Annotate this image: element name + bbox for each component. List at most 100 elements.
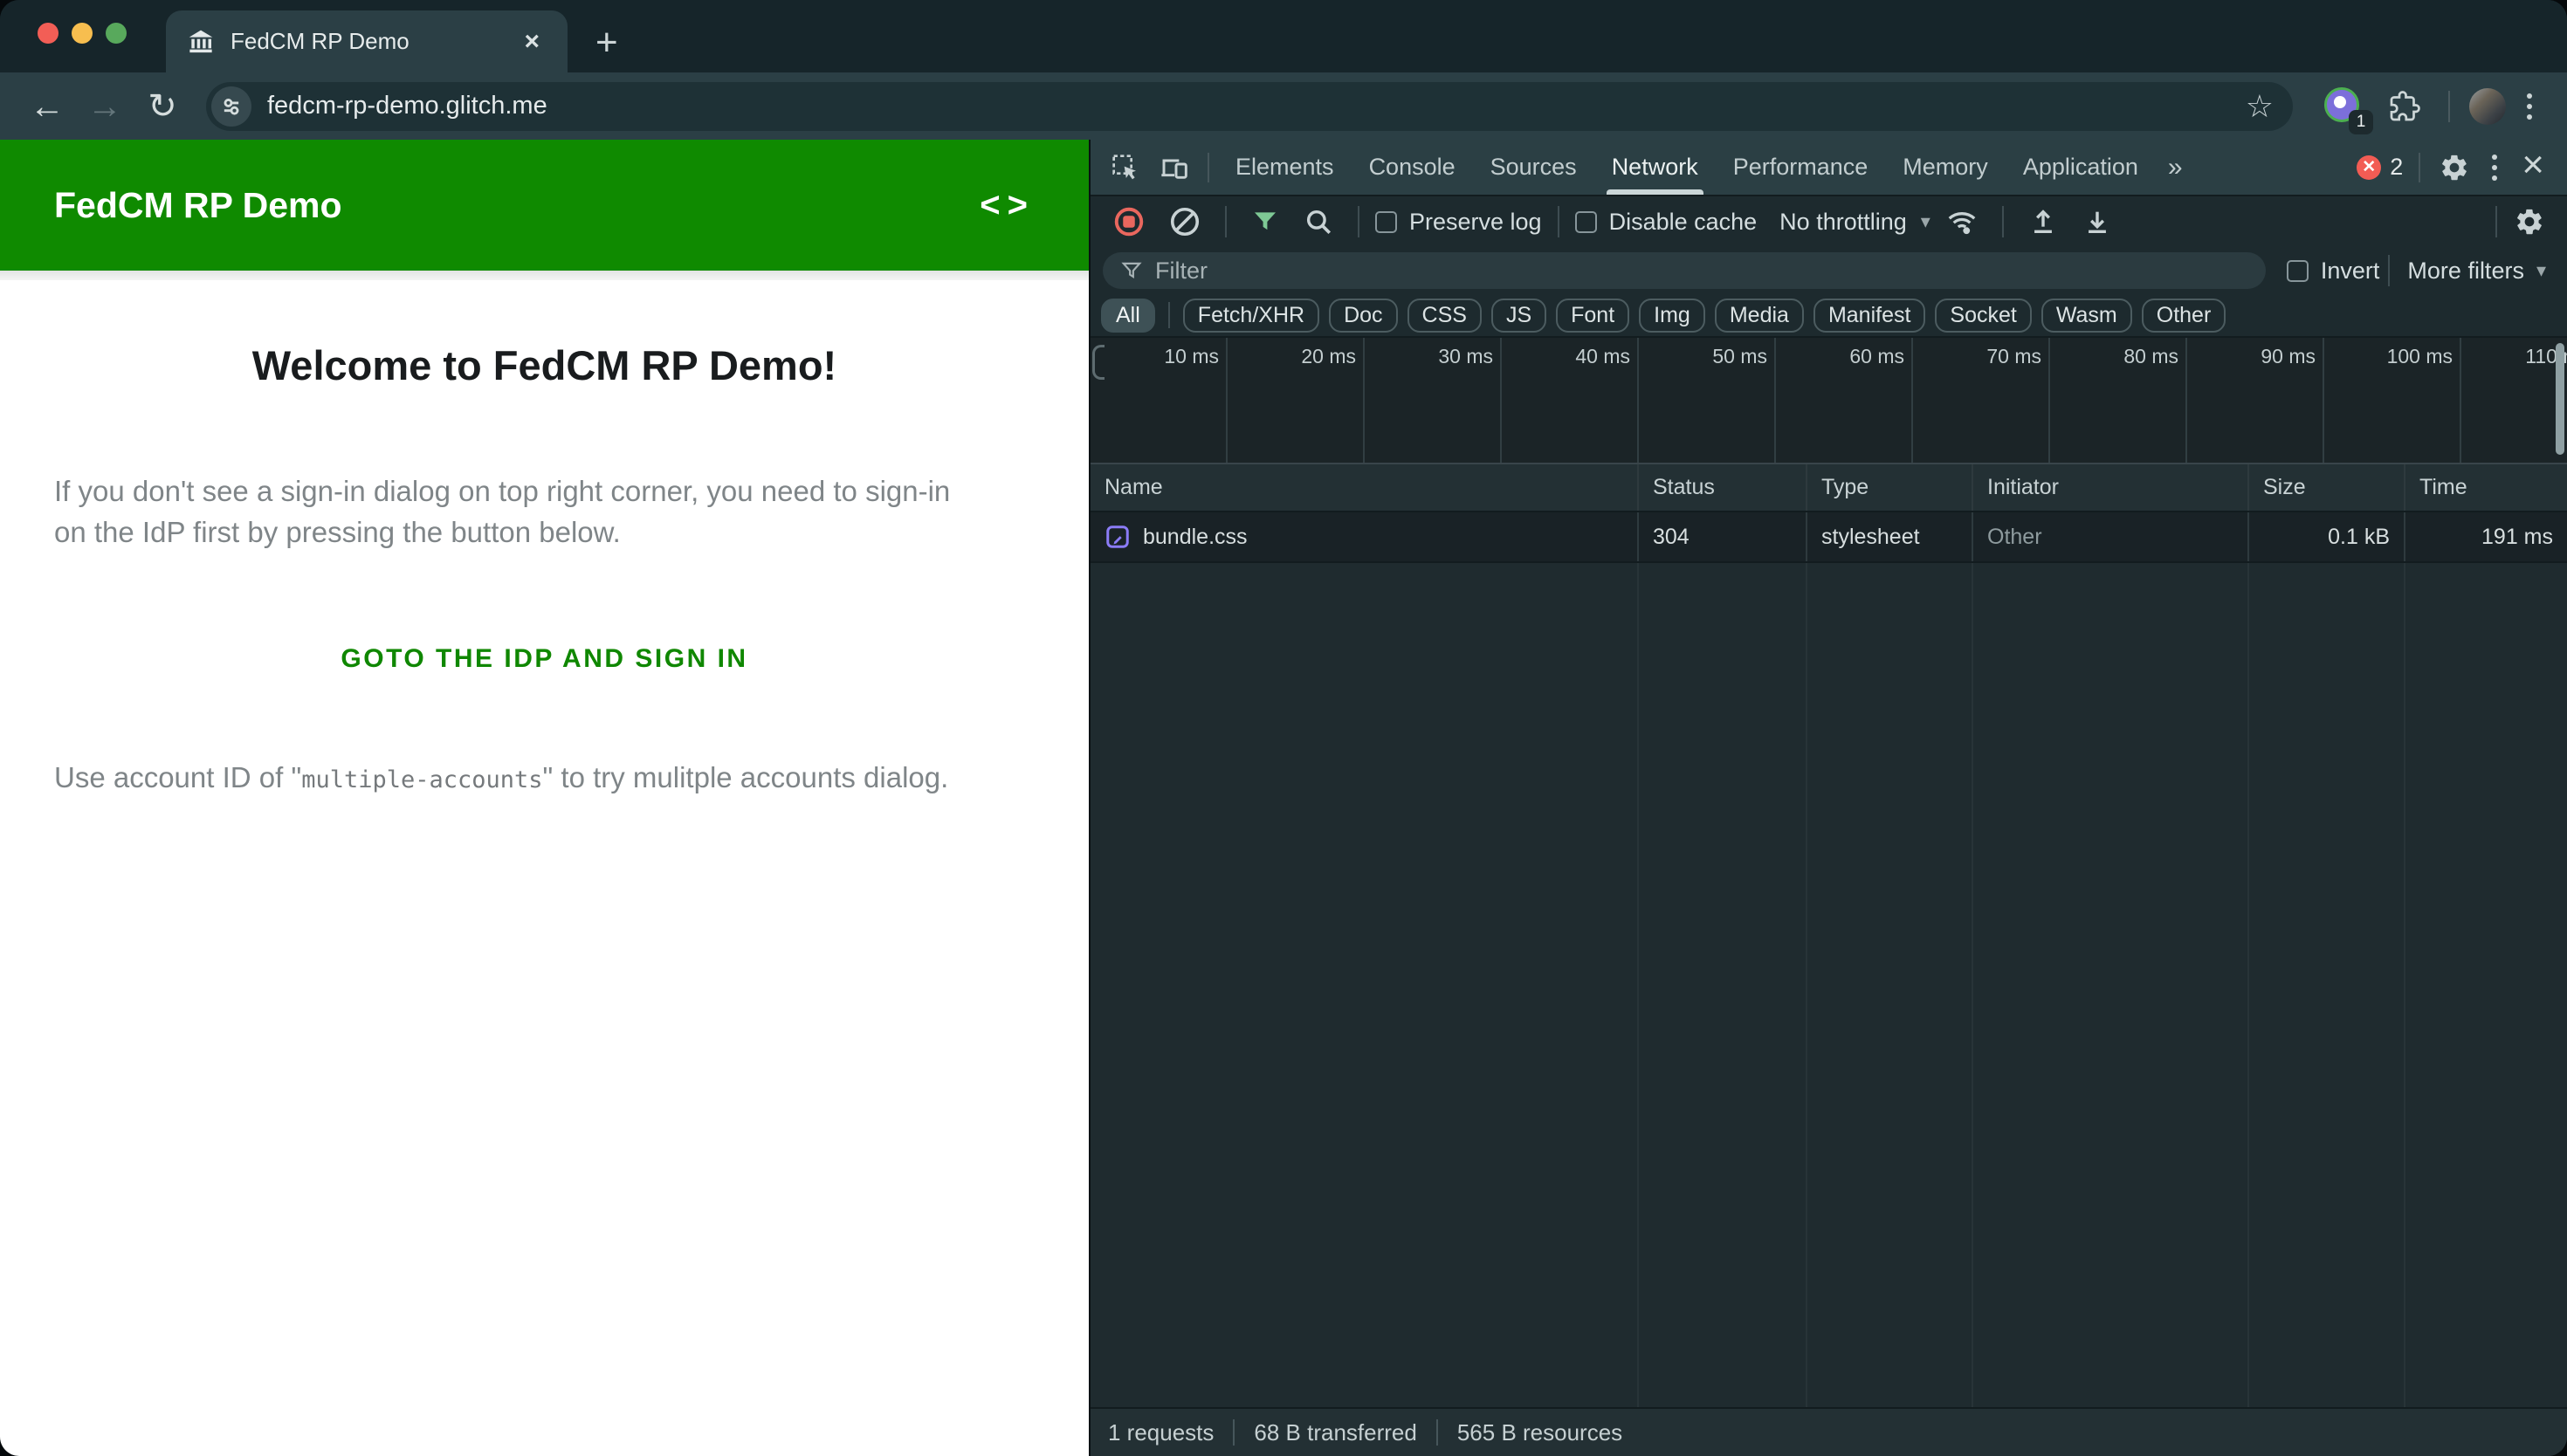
web-page: FedCM RP Demo <> Welcome to FedCM RP Dem… xyxy=(0,140,1089,1456)
chip-wasm[interactable]: Wasm xyxy=(2041,299,2132,333)
disable-cache-label: Disable cache xyxy=(1609,209,1758,236)
clear-button[interactable] xyxy=(1160,206,1209,237)
tab-application[interactable]: Application xyxy=(2006,140,2156,195)
new-tab-button[interactable]: + xyxy=(587,24,627,62)
preserve-log-checkbox[interactable] xyxy=(1375,211,1397,233)
forward-icon[interactable]: → xyxy=(80,82,129,131)
preserve-log-control[interactable]: Preserve log xyxy=(1375,209,1542,236)
browser-tab[interactable]: FedCM RP Demo × xyxy=(166,10,568,72)
chip-font[interactable]: Font xyxy=(1556,299,1629,333)
tab-performance[interactable]: Performance xyxy=(1716,140,1886,195)
request-type-chips: All Fetch/XHR Doc CSS JS Font Img Media … xyxy=(1091,294,2567,338)
address-bar[interactable]: fedcm-rp-demo.glitch.me ☆ xyxy=(206,82,2293,131)
profile-avatar[interactable] xyxy=(2469,88,2506,125)
more-filters-label: More filters xyxy=(2407,258,2524,285)
chip-media[interactable]: Media xyxy=(1715,299,1804,333)
record-button[interactable] xyxy=(1105,206,1153,237)
tab-sources[interactable]: Sources xyxy=(1473,140,1594,195)
tab-close-icon[interactable]: × xyxy=(517,24,547,60)
maximize-window-button[interactable] xyxy=(106,23,127,44)
network-search-button[interactable] xyxy=(1295,207,1342,237)
column-header-time[interactable]: Time xyxy=(2405,464,2567,511)
chip-socket[interactable]: Socket xyxy=(1935,299,2031,333)
url-text[interactable]: fedcm-rp-demo.glitch.me xyxy=(267,92,2246,120)
chip-js[interactable]: JS xyxy=(1491,299,1546,333)
extensions-menu-button[interactable] xyxy=(2380,91,2429,122)
chip-fetch-xhr[interactable]: Fetch/XHR xyxy=(1183,299,1319,333)
more-filters-button[interactable]: More filters ▾ xyxy=(2398,258,2555,285)
chip-manifest[interactable]: Manifest xyxy=(1813,299,1925,333)
network-conditions-button[interactable] xyxy=(1937,206,1986,237)
timeline-scrollbar[interactable] xyxy=(2556,343,2564,455)
close-window-button[interactable] xyxy=(38,23,58,44)
clear-icon xyxy=(1169,206,1201,237)
inspect-icon xyxy=(1111,154,1139,182)
request-name: bundle.css xyxy=(1143,525,1248,550)
column-header-size[interactable]: Size xyxy=(2249,464,2405,511)
chip-css[interactable]: CSS xyxy=(1407,299,1482,333)
tab-network[interactable]: Network xyxy=(1594,140,1716,195)
toolbar-divider xyxy=(2448,91,2450,122)
more-tabs-icon[interactable]: » xyxy=(2156,153,2192,182)
device-toolbar-button[interactable] xyxy=(1150,154,1199,182)
export-har-button[interactable] xyxy=(2074,207,2121,237)
filter-placeholder: Filter xyxy=(1155,258,1208,285)
inspect-element-button[interactable] xyxy=(1101,154,1150,182)
devtools-tab-bar: Elements Console Sources Network Perform… xyxy=(1091,140,2567,195)
devtools-settings-button[interactable] xyxy=(2429,153,2480,182)
extension-button[interactable]: 1 xyxy=(2324,87,2363,126)
request-name-cell[interactable]: bundle.css xyxy=(1091,512,1639,561)
page-header-title: FedCM RP Demo xyxy=(54,185,342,226)
funnel-icon xyxy=(1251,208,1279,236)
devtools-menu-icon[interactable] xyxy=(2480,155,2509,181)
network-settings-button[interactable] xyxy=(2506,207,2553,237)
chip-all[interactable]: All xyxy=(1101,299,1155,333)
devtools-close-icon[interactable]: × xyxy=(2509,146,2557,189)
disable-cache-control[interactable]: Disable cache xyxy=(1575,209,1758,236)
invert-control[interactable]: Invert xyxy=(2287,258,2380,285)
gear-icon xyxy=(2515,207,2544,237)
throttling-select[interactable]: No throttling ▾ xyxy=(1779,209,1930,236)
extension-badge: 1 xyxy=(2349,110,2373,134)
chip-doc[interactable]: Doc xyxy=(1329,299,1397,333)
timeline-left-handle[interactable] xyxy=(1092,345,1105,380)
request-initiator: Other xyxy=(1973,512,2249,561)
timeline-tick: 60 ms xyxy=(1849,345,1904,463)
import-har-button[interactable] xyxy=(2020,207,2067,237)
chip-img[interactable]: Img xyxy=(1639,299,1705,333)
site-settings-icon[interactable] xyxy=(211,86,251,127)
browser-toolbar: ← → ↻ fedcm-rp-demo.glitch.me ☆ 1 xyxy=(0,72,2567,140)
puzzle-icon xyxy=(2389,91,2420,122)
column-header-initiator[interactable]: Initiator xyxy=(1973,464,2249,511)
wifi-gear-icon xyxy=(1946,206,1978,237)
network-overview-timeline[interactable]: 10 ms 20 ms 30 ms 40 ms 50 ms 60 ms 70 m… xyxy=(1091,338,2567,464)
minimize-window-button[interactable] xyxy=(72,23,93,44)
reload-icon[interactable]: ↻ xyxy=(138,82,187,131)
back-icon[interactable]: ← xyxy=(23,82,72,131)
page-body: Welcome to FedCM RP Demo! If you don't s… xyxy=(0,280,1089,1456)
chip-other[interactable]: Other xyxy=(2142,299,2226,333)
table-empty-area xyxy=(1091,563,2567,1407)
invert-checkbox[interactable] xyxy=(2287,260,2309,282)
tab-elements[interactable]: Elements xyxy=(1218,140,1352,195)
tab-console[interactable]: Console xyxy=(1352,140,1473,195)
timeline-tick: 50 ms xyxy=(1712,345,1767,463)
divider xyxy=(1358,206,1359,237)
page-heading: Welcome to FedCM RP Demo! xyxy=(54,341,1035,389)
bookmark-star-icon[interactable]: ☆ xyxy=(2246,88,2274,125)
chevron-down-icon: ▾ xyxy=(1921,210,1930,233)
filter-toggle-button[interactable] xyxy=(1242,208,1288,236)
table-row[interactable]: bundle.css 304 stylesheet Other 0.1 kB 1… xyxy=(1091,512,2567,563)
error-badge[interactable]: ✕ 2 xyxy=(2350,154,2410,181)
goto-idp-link[interactable]: GOTO THE IDP AND SIGN IN xyxy=(54,644,1035,674)
tab-memory[interactable]: Memory xyxy=(1885,140,2006,195)
column-header-type[interactable]: Type xyxy=(1807,464,1973,511)
column-header-status[interactable]: Status xyxy=(1639,464,1807,511)
code-icon[interactable]: <> xyxy=(980,186,1035,225)
disable-cache-checkbox[interactable] xyxy=(1575,211,1597,233)
filter-input[interactable]: Filter xyxy=(1103,252,2266,289)
network-status-bar: 1 requests 68 B transferred 565 B resour… xyxy=(1091,1407,2567,1456)
column-header-name[interactable]: Name xyxy=(1091,464,1639,511)
requests-table-header: Name Status Type Initiator Size Time xyxy=(1091,464,2567,512)
browser-menu-icon[interactable] xyxy=(2515,93,2544,120)
